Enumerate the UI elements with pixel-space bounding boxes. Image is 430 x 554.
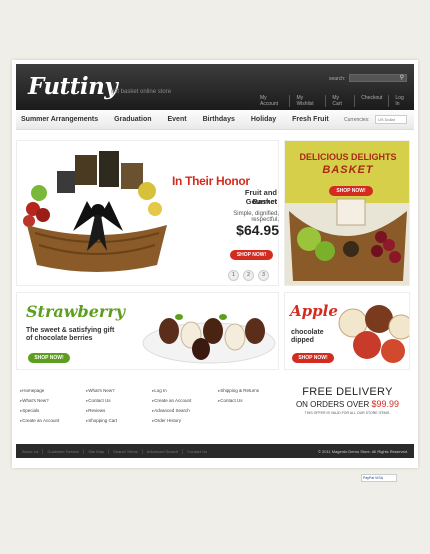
nav-item-holiday[interactable]: Holiday bbox=[243, 116, 284, 123]
footer-link-homepage[interactable]: Homepage bbox=[20, 388, 59, 394]
search-label: search: bbox=[329, 76, 346, 82]
footer-bar-contact-us[interactable]: Contact Us bbox=[182, 448, 211, 454]
nav-item-birthdays[interactable]: Birthdays bbox=[195, 116, 243, 123]
delivery-condition-text: ON ORDERS OVER bbox=[295, 400, 370, 409]
payment-logos: PayPal VISA bbox=[361, 474, 397, 482]
delivery-note: THIS OFFER IS VALID FOR ALL OUR STORE IT… bbox=[304, 411, 391, 415]
nav-item-summer-arrangements[interactable]: Summer Arrangements bbox=[16, 116, 106, 123]
strawberry-subtitle: The sweet & satisfying gift of chocolate… bbox=[26, 327, 114, 343]
currency-select[interactable]: US Dollar bbox=[375, 115, 407, 124]
search-input[interactable]: ⚲ bbox=[349, 74, 407, 82]
top-links: My Account My Wishlist My Cart Checkout … bbox=[254, 95, 414, 107]
footer-column-3: Log In Create an Account Advanced Search… bbox=[152, 388, 191, 428]
apple-banner[interactable]: Apple chocolate dipped SHOP NOW! bbox=[284, 292, 410, 370]
delights-background bbox=[285, 141, 409, 285]
apple-subtitle-line-2: dipped bbox=[291, 337, 314, 344]
hero-subtitle-2: Basket bbox=[252, 197, 277, 206]
footer-link-create-account-2[interactable]: Create an Account bbox=[152, 398, 191, 404]
nav-item-event[interactable]: Event bbox=[160, 116, 195, 123]
gift-basket-image bbox=[23, 151, 167, 272]
nav-item-graduation[interactable]: Graduation bbox=[106, 116, 159, 123]
link-my-cart[interactable]: My Cart bbox=[325, 95, 354, 107]
strawberry-subtitle-line-1: The sweet & satisfying gift bbox=[26, 327, 115, 334]
chocolate-apples-image bbox=[338, 305, 409, 363]
hero-price: $64.95 bbox=[236, 222, 279, 238]
logo[interactable]: Futtiny bbox=[28, 73, 118, 100]
delights-shop-now-button[interactable]: SHOP NOW! bbox=[329, 186, 373, 196]
footer-link-create-account[interactable]: Create an Account bbox=[20, 418, 59, 424]
pager-dot-3[interactable]: 3 bbox=[258, 270, 269, 281]
hero-shop-now-button[interactable]: SHOP NOW! bbox=[230, 250, 273, 260]
footer-bar-about-us[interactable]: About Us bbox=[16, 449, 42, 454]
hero-title: In Their Honor bbox=[172, 174, 250, 188]
footer-bar: About Us Customer Service Site Map Searc… bbox=[16, 444, 414, 458]
apple-subtitle: chocolate dipped bbox=[291, 329, 324, 345]
slider-pager: 1 2 3 bbox=[228, 270, 273, 281]
strawberry-title: Strawberry bbox=[26, 302, 126, 321]
strawberry-banner[interactable]: Strawberry The sweet & satisfying gift o… bbox=[16, 292, 279, 370]
link-my-account[interactable]: My Account bbox=[254, 95, 289, 107]
delights-title: DELICIOUS DELIGHTS bbox=[299, 152, 397, 162]
strawberries-image bbox=[142, 314, 276, 364]
strawberry-subtitle-line-2: of chocolate berries bbox=[26, 335, 93, 342]
footer-link-reviews[interactable]: Reviews bbox=[86, 408, 117, 414]
footer-bar-advanced-search[interactable]: Advanced Search bbox=[141, 448, 183, 454]
pager-dot-1[interactable]: 1 bbox=[228, 270, 239, 281]
delivery-price: $99.99 bbox=[371, 399, 400, 409]
footer-bar-search-terms[interactable]: Search Terms bbox=[108, 448, 142, 454]
header: Futtiny gift basket online store search:… bbox=[16, 64, 414, 110]
footer-link-shipping-returns[interactable]: Shipping & Returns bbox=[218, 388, 259, 394]
footer-column-4: Shipping & Returns Contact Us bbox=[218, 388, 259, 408]
apple-subtitle-line-1: chocolate bbox=[291, 329, 324, 336]
hero-banner[interactable]: In Their Honor Fruit and Gourmet Basket … bbox=[16, 140, 279, 286]
pager-dot-2[interactable]: 2 bbox=[243, 270, 254, 281]
apple-shop-now-button[interactable]: SHOP NOW! bbox=[292, 353, 334, 363]
footer-link-shopping-cart[interactable]: Shopping Cart bbox=[86, 418, 117, 424]
strawberry-shop-now-button[interactable]: SHOP NOW! bbox=[28, 353, 70, 363]
currencies-label: Currencies: bbox=[344, 117, 370, 123]
footer-bar-customer-service[interactable]: Customer Service bbox=[42, 448, 83, 454]
main-nav: Summer Arrangements Graduation Event Bir… bbox=[16, 110, 414, 130]
apple-title: Apple bbox=[290, 302, 338, 320]
delivery-condition: ON ORDERS OVER $99.99 bbox=[285, 399, 410, 409]
free-delivery-promo: FREE DELIVERY ON ORDERS OVER $99.99 THIS… bbox=[285, 386, 410, 415]
delivery-headline: FREE DELIVERY bbox=[302, 386, 393, 398]
link-checkout[interactable]: Checkout bbox=[354, 95, 388, 107]
footer-link-contact-us-2[interactable]: Contact Us bbox=[218, 398, 259, 404]
footer-link-specials[interactable]: Specials bbox=[20, 408, 59, 414]
copyright: © 2011 Magento Demo Store. All Rights Re… bbox=[317, 449, 408, 454]
footer-bar-site-map[interactable]: Site Map bbox=[83, 448, 108, 454]
footer-column-1: Homepage What's New? Specials Create an … bbox=[20, 388, 59, 428]
page-container: Futtiny gift basket online store search:… bbox=[12, 60, 418, 468]
delights-title-basket: BASKET bbox=[322, 164, 374, 176]
footer-link-advanced-search[interactable]: Advanced Search bbox=[152, 408, 191, 414]
footer-links: Homepage What's New? Specials Create an … bbox=[16, 380, 286, 440]
tagline: gift basket online store bbox=[111, 89, 172, 95]
delights-banner[interactable]: DELICIOUS DELIGHTS BASKET SHOP NOW! bbox=[284, 140, 410, 286]
link-my-wishlist[interactable]: My Wishlist bbox=[289, 95, 325, 107]
footer-link-whats-new[interactable]: What's New? bbox=[20, 398, 59, 404]
footer-link-log-in[interactable]: Log In bbox=[152, 388, 191, 394]
footer-link-order-history[interactable]: Order History bbox=[152, 418, 191, 424]
footer-column-2: What's New? Contact Us Reviews Shopping … bbox=[86, 388, 117, 428]
link-log-in[interactable]: Log In bbox=[388, 95, 414, 107]
nav-item-fresh-fruit[interactable]: Fresh Fruit bbox=[284, 116, 337, 123]
footer-link-contact-us[interactable]: Contact Us bbox=[86, 398, 117, 404]
search-icon[interactable]: ⚲ bbox=[400, 75, 404, 82]
footer-link-whats-new-2[interactable]: What's New? bbox=[86, 388, 117, 394]
